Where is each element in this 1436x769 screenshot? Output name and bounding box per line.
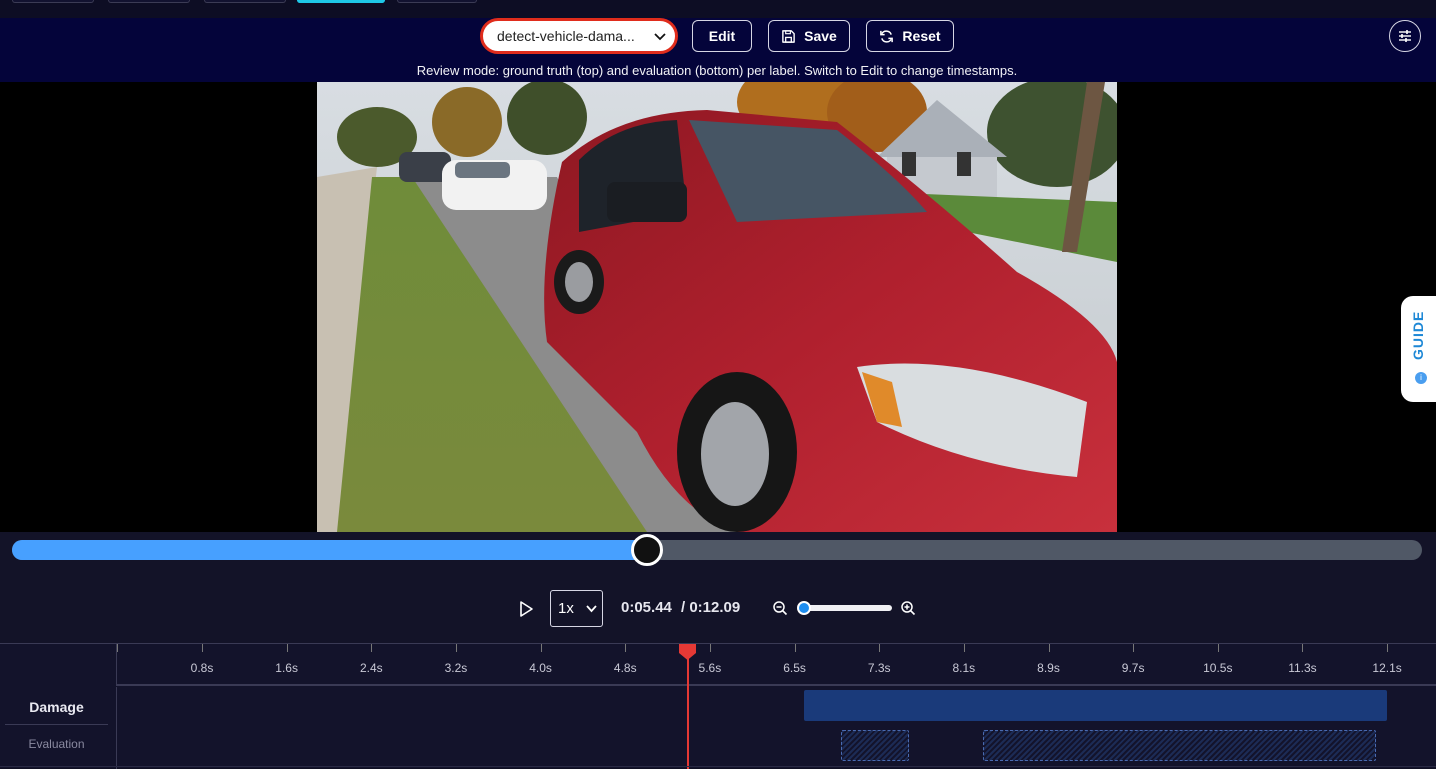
save-button[interactable]: Save <box>768 20 850 52</box>
top-tab-active[interactable] <box>297 0 385 3</box>
row-sublabel-evaluation: Evaluation <box>28 737 85 751</box>
chevron-down-icon <box>586 605 597 613</box>
current-time: 0:05.44 <box>621 599 672 616</box>
ruler-tick-label: 5.6s <box>698 661 722 675</box>
edit-button[interactable]: Edit <box>692 20 752 52</box>
ruler-tick-label: 6.5s <box>783 661 806 675</box>
ruler-tick <box>1048 644 1050 652</box>
reset-button-label: Reset <box>902 28 941 44</box>
ruler-tick <box>455 644 457 652</box>
video-frame[interactable] <box>317 82 1117 532</box>
seek-bar[interactable] <box>12 534 1422 566</box>
ruler-tick-label: 3.2s <box>444 661 468 675</box>
ruler-tick <box>117 644 118 652</box>
ruler-tick <box>963 644 965 652</box>
video-player-area <box>0 82 1436 532</box>
playback-speed-select[interactable]: 1x <box>550 590 603 627</box>
ruler-tick <box>1217 644 1219 652</box>
ruler-tick <box>709 644 711 652</box>
ruler-tick-label: 12.1s <box>1372 661 1402 675</box>
ruler-tick <box>1302 644 1304 652</box>
ruler-tick <box>879 644 881 652</box>
model-select[interactable]: detect-vehicle-dama... <box>480 18 678 54</box>
guide-info-icon: i <box>1415 372 1427 384</box>
review-mode-hint: Review mode: ground truth (top) and eval… <box>416 63 1018 78</box>
top-tab[interactable] <box>204 0 286 3</box>
seek-bar-thumb[interactable] <box>630 534 663 566</box>
sliders-icon <box>1399 30 1411 42</box>
total-time: / 0:12.09 <box>681 599 741 616</box>
row-label-damage: Damage <box>5 689 108 725</box>
toolbar-header: detect-vehicle-dama... Edit Save Reset R… <box>0 18 1436 82</box>
guide-tab[interactable]: GUIDE i <box>1401 296 1436 402</box>
ruler-tick-label: 4.0s <box>529 661 552 675</box>
time-ruler[interactable]: 0.8s 1.6s 2.4s 3.2s 4.0s 4.8s 5.6s 6.5s 7.3s 8.1s… <box>117 644 1436 686</box>
chevron-down-icon <box>654 33 666 41</box>
ruler-tick <box>202 644 203 652</box>
top-tab-strip <box>0 0 1436 18</box>
ruler-tick <box>286 644 288 652</box>
ruler-tick-label: 1.6s <box>275 661 298 675</box>
timeline-bottom-border <box>0 766 1436 767</box>
ruler-tick-label: 10.5s <box>1203 661 1233 675</box>
zoom-out-icon[interactable] <box>772 600 788 616</box>
ruler-tick <box>371 644 373 652</box>
model-select-value: detect-vehicle-dama... <box>497 28 635 44</box>
play-icon[interactable] <box>517 600 535 618</box>
playhead-line <box>686 654 689 769</box>
ruler-tick <box>1133 644 1135 652</box>
ruler-tick-label: 8.9s <box>1037 661 1060 675</box>
ruler-tick-label: 9.7s <box>1121 661 1145 675</box>
top-tab[interactable] <box>397 0 477 3</box>
ruler-tick <box>794 644 796 652</box>
evaluation-segment[interactable] <box>982 730 1377 761</box>
ruler-tick <box>540 644 542 652</box>
ruler-tick-label: 2.4s <box>359 661 383 675</box>
playback-speed-value: 1x <box>558 600 574 617</box>
ruler-tick-label: 11.3s <box>1288 661 1317 675</box>
top-tab[interactable] <box>108 0 190 3</box>
settings-sliders-button[interactable] <box>1389 20 1421 52</box>
ruler-tick <box>625 644 627 652</box>
seek-bar-progress <box>12 540 647 560</box>
label-row-header: Damage Evaluation <box>0 687 117 769</box>
annotation-timeline: 0.8s 1.6s 2.4s 3.2s 4.0s 4.8s 5.6s 6.5s 7.3s 8.1s… <box>0 643 1436 769</box>
save-button-label: Save <box>804 28 837 44</box>
player-controls: 1x 0:05.44 / 0:12.09 <box>0 532 1436 643</box>
edit-button-label: Edit <box>708 28 736 44</box>
ruler-tick-label: 7.3s <box>867 661 891 675</box>
reset-button[interactable]: Reset <box>866 20 954 52</box>
zoom-slider-thumb[interactable] <box>797 601 811 615</box>
evaluation-segment[interactable] <box>841 730 910 761</box>
ground-truth-segment[interactable] <box>804 690 1387 721</box>
guide-label: GUIDE <box>1410 310 1426 360</box>
top-tab[interactable] <box>12 0 94 3</box>
ruler-tick-label: 8.1s <box>952 661 976 675</box>
video-frame-image <box>317 82 1117 532</box>
refresh-icon <box>880 29 894 43</box>
playhead-marker[interactable] <box>679 644 697 660</box>
ruler-tick <box>1387 644 1389 652</box>
ruler-label-column <box>0 644 117 686</box>
ruler-tick-label: 0.8s <box>190 661 214 675</box>
zoom-slider[interactable] <box>799 605 892 611</box>
ruler-tick-label: 4.8s <box>613 661 637 675</box>
zoom-in-icon[interactable] <box>900 600 916 616</box>
floppy-disk-icon <box>782 29 795 43</box>
